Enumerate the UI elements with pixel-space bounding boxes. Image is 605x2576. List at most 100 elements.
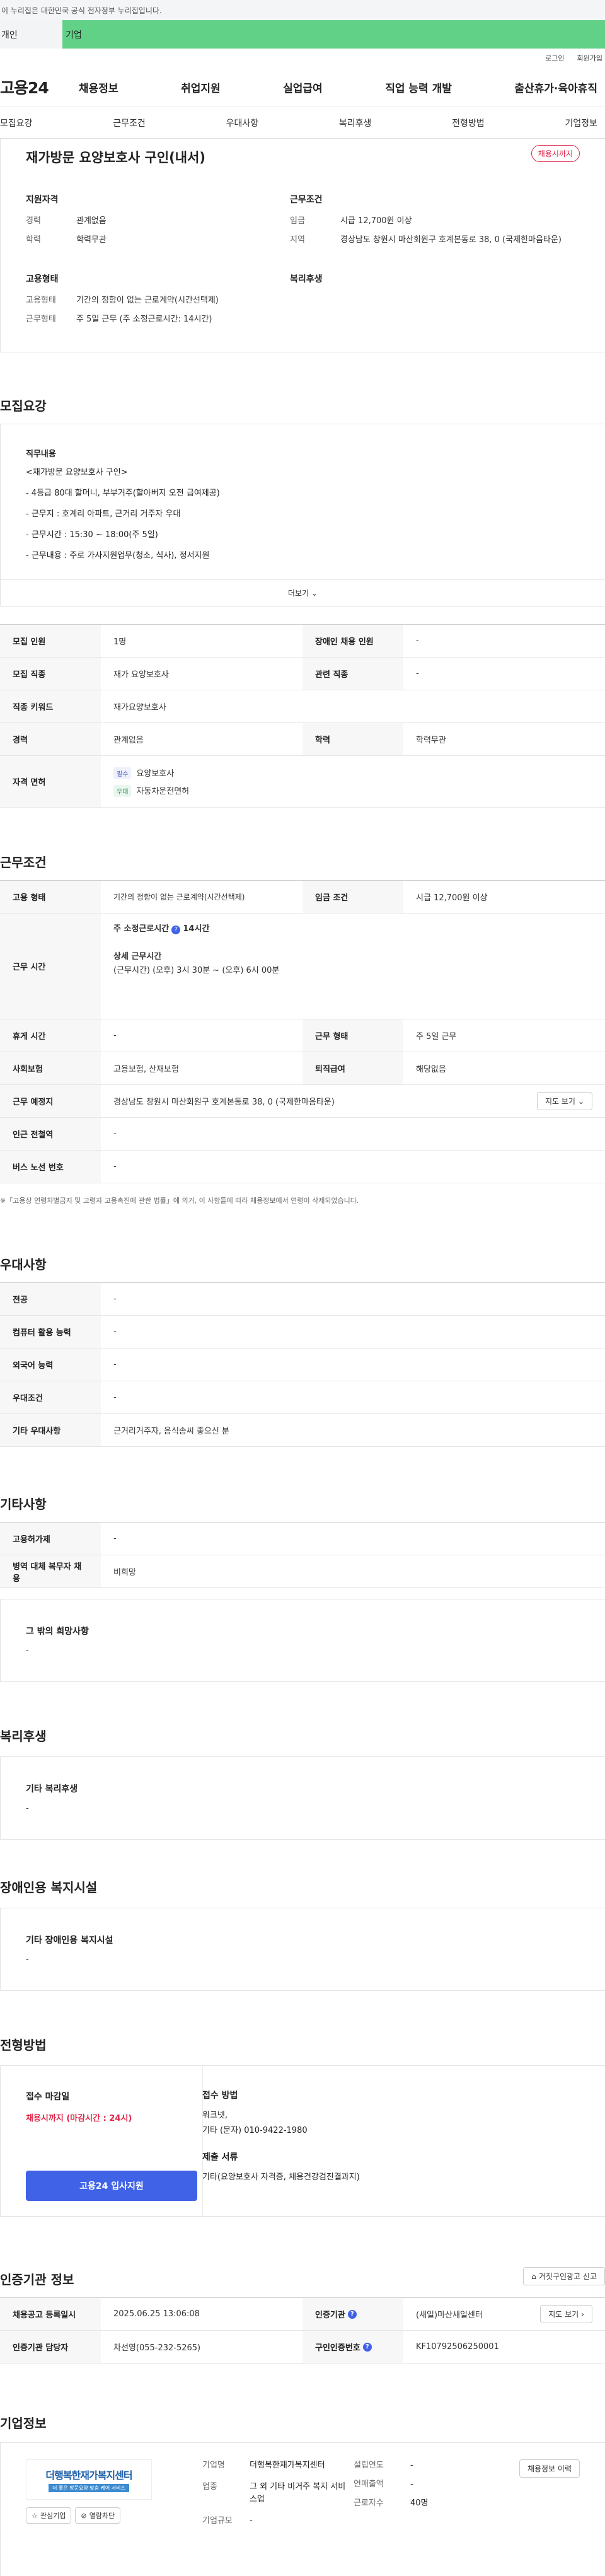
duty-line: - 근무내용 : 주로 가사지원업무(청소, 식사), 정서지원 [26,551,210,560]
fav-button[interactable]: ☆ 관심기업 [26,2507,72,2524]
td: 학력무관 [416,736,446,745]
tab-selection[interactable]: 전형방법 [452,117,485,129]
table-row: 모집 직종 재가 요양보호사 관련 직종 - [0,658,605,690]
th: 퇴직급여 [302,1052,403,1084]
tab-welfare[interactable]: 복리후생 [339,117,372,129]
weekly-hours-value: 14시간 [183,924,210,934]
more-button[interactable]: 더보기 ⌄ [1,579,605,606]
company-logo-text: 더행복한재가복지센터 [45,2469,132,2481]
apply-button[interactable]: 고용24 입사지원 [26,2171,197,2201]
td: 관계없음 [113,736,144,745]
etc-card: 그 밖의 희망사항 - [0,1599,605,1682]
gnb-employment-support[interactable]: 취업지원 [181,79,221,95]
tab-work[interactable]: 근무조건 [113,117,146,129]
td: 2025.06.25 13:06:08 [113,2309,200,2319]
work-heading: 근무조건 [0,855,47,870]
table-row: 인근 전철역 - [0,1118,605,1151]
cert-map-button[interactable]: 지도 보기 › [540,2305,592,2323]
report-button[interactable]: ⌂ 거짓구인광고 신고 [523,2267,605,2285]
label: 연매출액 [354,2480,384,2489]
td: 시급 12,700원 이상 [416,893,488,903]
gnb-unemployment[interactable]: 실업급여 [283,79,323,95]
company-actions: ☆ 관심기업 ⊘ 열람차단 [26,2507,121,2524]
preferred-badge: 우대 [113,784,132,797]
license-name: 자동차운전면허 [136,786,190,796]
help-icon[interactable]: ? [362,2342,372,2352]
pref-heading: 우대사항 [0,1257,47,1272]
company-size: - [250,2516,253,2526]
th: 전공 [0,1283,101,1315]
join-link[interactable]: 회원가입 [577,53,602,63]
table-row: 경력 관계없음 학력 학력무관 [0,723,605,756]
deadline-title: 접수 마감일 [26,2092,70,2102]
help-icon[interactable]: ? [171,925,181,934]
th: 인증기관 담당자 [0,2331,101,2363]
gnb-jobs[interactable]: 채용정보 [79,79,118,95]
value: 관계없음 [76,216,107,226]
company-name: 더행복한재가복지센터 [250,2461,325,2470]
table-row: 고용허가제 - [0,1523,605,1555]
welfare-heading: 복리후생 [0,1729,47,1744]
td: 근거리거주자, 음식솜씨 좋으신 분 [113,1427,229,1436]
tab-company-info[interactable]: 기업정보 [565,117,597,129]
tab-company[interactable]: 기업 [62,20,605,49]
duty-line: <재가방문 요양보호사 구인> [26,468,128,477]
label: 경력 [26,216,41,226]
th: 휴게 시간 [0,1019,101,1052]
value: 주 5일 근무 (주 소정근로시간: 14시간) [76,315,212,324]
weekly-hours-label: 주 소정근로시간 [113,924,170,934]
gnb-leave[interactable]: 출산휴가·육아휴직 [514,79,597,95]
th: 기타 우대사항 [0,1414,101,1446]
cert-table: 채용공고 등록일시 2025.06.25 13:06:08 인증기관? (새일)… [0,2297,605,2364]
td: 경상남도 창원시 마산회원구 호계본동로 38, 0 (국제한마음타운) 지도 … [101,1085,605,1117]
td: - [113,1534,117,1543]
block-label: 열람차단 [89,2512,115,2520]
recruit-table: 모집 인원 1명 장애인 채용 인원 - 모집 직종 재가 요양보호사 관련 직… [0,624,605,808]
td: - [113,1162,117,1171]
label: 임금 [290,216,305,226]
license-cell: 필수 요양보호사 우대 자동차운전면허 [101,756,605,807]
value: 기간의 정함이 없는 근로계약(시간선택제) [76,296,219,305]
etc-heading: 기타사항 [0,1497,47,1512]
table-row: 채용공고 등록일시 2025.06.25 13:06:08 인증기관? (새일)… [0,2298,605,2331]
td: 차선영(055-232-5265) [113,2343,201,2353]
label: 근로자수 [354,2498,384,2508]
table-row: 전공 - [0,1283,605,1316]
company-heading: 기업정보 [0,2416,47,2431]
disab-heading: 장애인용 복지시설 [0,1880,98,1895]
company-info-col2: 설립연도 - 연매출액 - 근로자수 40명 [354,2459,473,2510]
th: 인증기관? [302,2298,403,2330]
chevron-right-icon: › [581,2309,584,2319]
history-button[interactable]: 채용정보 이력 [519,2459,580,2478]
table-row: 모집 인원 1명 장애인 채용 인원 - [0,625,605,658]
duty-title: 직무내용 [26,450,56,459]
td: KF10792506250001 [416,2342,499,2352]
table-row: 근무 시간 주 소정근로시간? 14시간 상세 근무시간 (근무시간) (오후)… [0,914,605,1019]
tab-recruit[interactable]: 모집요강 [0,117,33,129]
td: - [113,1031,117,1040]
method-col: 접수 방법 워크넷, 기타 (문자) 010-9422-1980 제출 서류 기… [202,2090,360,2183]
company-card: 더행복한재가복지센터 더 좋은 방문요양 맞춤 케어 서비스 ☆ 관심기업 ⊘ 열람… [0,2442,605,2576]
work-time-cell: 주 소정근로시간? 14시간 상세 근무시간 (근무시간) (오후) 3시 30… [101,914,605,1019]
td: - [113,1393,117,1402]
gnb-training[interactable]: 직업 능력 개발 [385,79,452,95]
tab-personal[interactable]: 개인 [0,20,62,49]
required-badge: 필수 [113,767,132,779]
td: 비희망 [113,1568,136,1577]
th: 고용 형태 [0,881,101,913]
th: 우대조건 [0,1381,101,1413]
login-link[interactable]: 로그인 [545,53,564,63]
label: 고용형태 [26,296,56,305]
td: 재가요양보호사 [113,703,166,712]
card-title: 기타 장애인용 복지시설 [26,1935,113,1946]
td: 재가 요양보호사 [113,670,169,680]
welfare-card: 기타 복리후생 - [0,1756,605,1840]
help-icon[interactable]: ? [347,2309,357,2319]
block-button[interactable]: ⊘ 열람차단 [75,2507,121,2524]
site-logo[interactable]: 고용24 [0,76,79,98]
map-button[interactable]: 지도 보기 ⌄ [536,1092,592,1110]
table-row: 우대조건 - [0,1381,605,1414]
tab-pref[interactable]: 우대사항 [226,117,259,129]
th: 직종 키워드 [0,690,101,722]
cert-org: (새일)마산새일센터 [416,2311,483,2320]
